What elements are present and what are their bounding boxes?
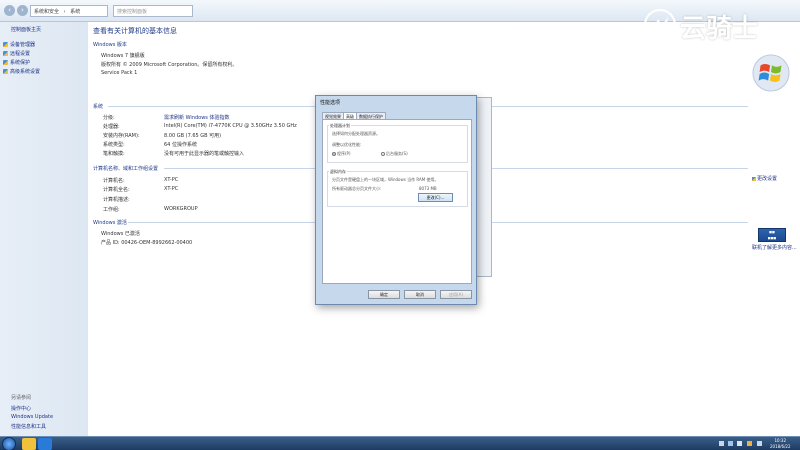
watermark-text: 云骑士 (680, 14, 759, 44)
language-icon[interactable] (757, 441, 762, 446)
scheduling-heading: 处理器计划 (329, 123, 351, 129)
sidebar-item-protection[interactable]: 系统保护 (3, 59, 30, 66)
product-id: 产品 ID: 00426-OEM-8992662-00400 (101, 240, 193, 246)
change-virtual-memory-button[interactable]: 更改(C)... (418, 193, 453, 202)
edition-copyright: 版权所有 © 2009 Microsoft Corporation。保留所有权利… (101, 62, 238, 68)
advanced-panel: 处理器计划 选择如何分配处理器资源。 调整以优化性能: 程序(P) 后台服务(S… (322, 119, 472, 284)
breadcrumb-separator: › (63, 9, 66, 15)
see-also-heading: 另请参阅 (11, 395, 32, 401)
sidebar-item-label: 远程设置 (10, 51, 31, 57)
taskbar: 10:32 2018/6/22 (0, 436, 800, 450)
edition-name: Windows 7 旗舰版 (101, 53, 145, 59)
virtual-memory-heading: 虚拟内存 (329, 169, 347, 175)
clock[interactable]: 10:32 2018/6/22 (770, 438, 791, 450)
workgroup-value: WORKGROUP (164, 206, 198, 212)
programs-label: 程序(P) (337, 151, 351, 156)
genuine-logo-icon: ■■ ■■■ (758, 228, 786, 242)
paging-total-label: 所有驱动器总分页文件大小: (332, 186, 382, 191)
sidebar-item-label: 设备管理器 (10, 42, 36, 48)
see-also-action-center[interactable]: 操作中心 (11, 405, 31, 412)
sidebar-item-label: 系统保护 (10, 60, 31, 66)
notification-icon[interactable] (747, 441, 752, 446)
forward-button[interactable]: › (17, 5, 28, 16)
left-nav: 控制面板主页 设备管理器 远程设置 系统保护 高级系统设置 另请参阅 操作中心 … (0, 22, 88, 436)
page-title: 查看有关计算机的基本信息 (93, 27, 177, 35)
see-also-windows-update[interactable]: Windows Update (11, 414, 53, 420)
system-type-value: 64 位操作系统 (164, 142, 197, 148)
ram-value: 8.00 GB (7.65 GB 可用) (164, 133, 222, 139)
processor-value: Intel(R) Core(TM) i7-4770K CPU @ 3.50GHz… (164, 123, 297, 129)
scheduling-desc: 选择如何分配处理器资源。 (332, 131, 380, 136)
shield-icon (752, 177, 756, 181)
sidebar-item-device-manager[interactable]: 设备管理器 (3, 41, 35, 48)
watermark: 云骑士 (640, 4, 790, 46)
windows-logo-icon (752, 54, 790, 92)
system-heading: 系统 (93, 104, 104, 110)
sidebar-item-remote[interactable]: 远程设置 (3, 50, 30, 57)
control-panel-home-link[interactable]: 控制面板主页 (11, 26, 41, 33)
virtual-memory-desc: 分页文件是硬盘上的一块区域，Windows 当作 RAM 使用。 (332, 177, 439, 182)
shield-icon (3, 60, 8, 65)
full-name-label: 计算机全名: (103, 187, 130, 193)
sidebar-item-advanced[interactable]: 高级系统设置 (3, 68, 40, 75)
rating-label: 分级: (103, 115, 115, 121)
activation-status: Windows 已激活 (101, 231, 140, 237)
breadcrumb[interactable]: 系统和安全 › 系统 (30, 5, 108, 17)
computer-name-value: XT-PC (164, 177, 179, 183)
scheduling-adjust: 调整以优化性能: (332, 142, 362, 147)
pen-touch-value: 没有可用于此显示器的笔或触控输入 (164, 151, 245, 157)
description-label: 计算机描述: (103, 197, 130, 203)
rating-link[interactable]: 需求刷新 Windows 体验指数 (164, 114, 230, 121)
change-settings-label: 更改设置 (757, 176, 778, 182)
services-radio[interactable]: 后台服务(S) (381, 151, 408, 157)
ram-label: 安装内存(RAM): (103, 133, 140, 139)
ok-button[interactable]: 确定 (368, 290, 400, 299)
services-label: 后台服务(S) (386, 151, 408, 156)
radio-icon (332, 152, 336, 156)
file-explorer-icon[interactable] (22, 438, 36, 450)
tab-dep[interactable]: 数据执行保护 (356, 112, 386, 119)
genuine-badge[interactable]: ■■ ■■■ 联机了解更多内容... (752, 228, 797, 251)
sidebar-item-label: 高级系统设置 (10, 69, 41, 75)
control-panel-icon[interactable] (38, 438, 52, 450)
dialog-title: 性能选项 (320, 100, 341, 106)
close-button[interactable] (463, 98, 473, 105)
apply-button[interactable]: 应用(A) (440, 290, 472, 299)
change-settings-link[interactable]: 更改设置 (752, 175, 777, 182)
back-button[interactable]: ‹ (4, 5, 15, 16)
service-pack: Service Pack 1 (101, 70, 138, 76)
edition-heading: Windows 版本 (93, 42, 127, 48)
search-input[interactable]: 搜索控制面板 (113, 5, 193, 17)
performance-options-dialog: 性能选项 视觉效果 高级 数据执行保护 处理器计划 选择如何分配处理器资源。 调整以… (315, 95, 477, 305)
full-name-value: XT-PC (164, 186, 179, 192)
computer-heading: 计算机名称、域和工作组设置 (93, 166, 159, 172)
paging-total-value: 8073 MB (419, 186, 437, 191)
start-button[interactable] (2, 437, 16, 450)
breadcrumb-item[interactable]: 系统和安全 (34, 9, 59, 15)
shield-icon (3, 69, 8, 74)
workgroup-label: 工作组: (103, 207, 120, 213)
breadcrumb-item[interactable]: 系统 (70, 9, 80, 15)
shield-icon (3, 42, 8, 47)
programs-radio[interactable]: 程序(P) (332, 151, 351, 157)
knight-logo-icon (644, 9, 676, 41)
shield-icon (3, 51, 8, 56)
tray-flag-icon[interactable] (719, 441, 724, 446)
tab-visual-effects[interactable]: 视觉效果 (322, 112, 344, 119)
activation-heading: Windows 激活 (93, 220, 127, 226)
pen-touch-label: 笔和触摸: (103, 151, 125, 157)
cancel-button[interactable]: 取消 (404, 290, 436, 299)
volume-icon[interactable] (737, 441, 742, 446)
see-also-performance[interactable]: 性能信息和工具 (11, 423, 46, 430)
learn-more-link[interactable]: 联机了解更多内容... (752, 244, 797, 251)
system-type-label: 系统类型: (103, 142, 125, 148)
search-placeholder: 搜索控制面板 (117, 9, 148, 15)
computer-name-label: 计算机名: (103, 178, 125, 184)
network-icon[interactable] (728, 441, 733, 446)
clock-date: 2018/6/22 (770, 444, 791, 449)
dialog-tabs: 视觉效果 高级 数据执行保护 (322, 112, 386, 120)
processor-label: 处理器: (103, 124, 120, 130)
radio-icon (381, 152, 385, 156)
